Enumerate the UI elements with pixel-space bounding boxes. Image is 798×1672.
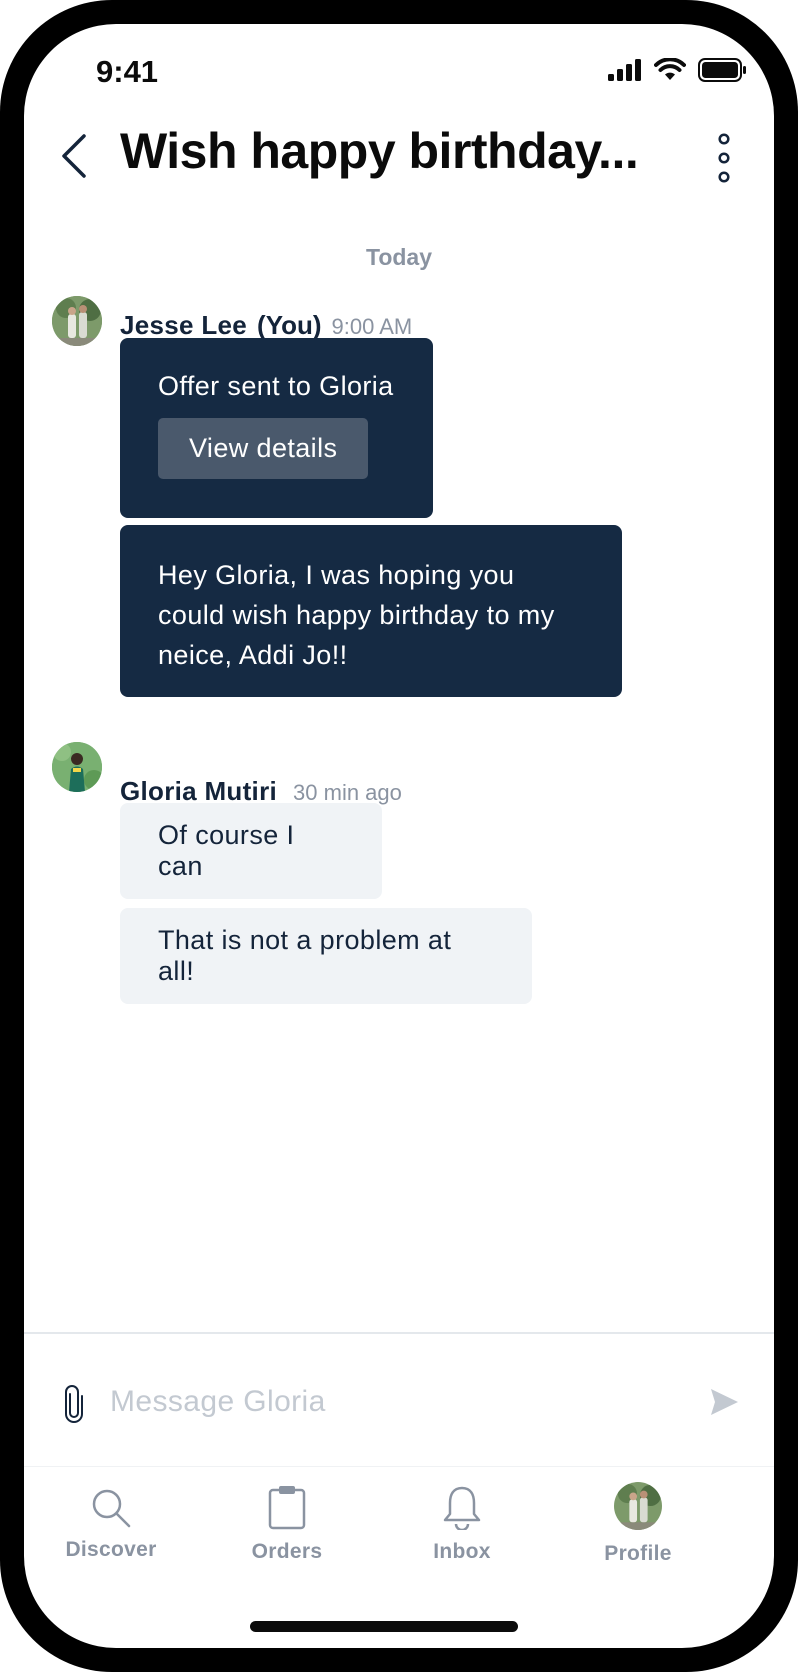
back-button[interactable] <box>58 124 98 188</box>
sender-name: Jesse Lee <box>120 310 248 340</box>
tab-orders[interactable]: Orders <box>217 1474 357 1574</box>
phone-frame: 9:41 Wish happy birthday... Today Jesse … <box>0 0 798 1672</box>
tab-discover[interactable]: Discover <box>41 1474 181 1574</box>
battery-icon <box>698 58 746 82</box>
tab-inbox[interactable]: Inbox <box>392 1474 532 1574</box>
chevron-left-icon <box>62 134 86 178</box>
page-title: Wish happy birthday... <box>120 123 639 179</box>
search-icon <box>92 1489 131 1528</box>
divider <box>24 1332 774 1334</box>
divider <box>24 1466 774 1467</box>
message-timestamp: 9:00 AM <box>331 314 413 339</box>
avatar <box>614 1482 662 1530</box>
date-separator: Today <box>365 244 433 270</box>
tab-label: Orders <box>251 1540 323 1563</box>
message-text: Hey Gloria, I was hoping you could wish … <box>158 560 555 670</box>
avatar-jesse[interactable] <box>52 296 102 346</box>
offer-card: Offer sent to Gloria View details <box>120 338 433 518</box>
message-text: Of course I can <box>158 820 295 881</box>
message-text: That is not a problem at all! <box>158 925 452 986</box>
status-icons <box>608 58 746 82</box>
tab-bar: Discover Orders Inbox Profile <box>24 1474 774 1574</box>
tab-label: Discover <box>65 1538 157 1561</box>
more-options-button[interactable] <box>704 128 744 188</box>
signal-icon <box>608 59 641 81</box>
tab-label: Inbox <box>433 1540 491 1563</box>
message-input[interactable] <box>110 1376 630 1428</box>
send-button[interactable] <box>708 1386 740 1418</box>
message-bubble[interactable]: Hey Gloria, I was hoping you could wish … <box>120 525 622 697</box>
sender-tag: (You) <box>257 310 322 340</box>
message-bubble[interactable]: Of course I can <box>120 803 382 899</box>
home-indicator[interactable] <box>250 1621 518 1632</box>
screen: 9:41 Wish happy birthday... Today Jesse … <box>24 24 774 1648</box>
paperclip-icon <box>65 1385 83 1423</box>
view-details-button[interactable]: View details <box>158 418 369 479</box>
bell-icon <box>443 1486 481 1530</box>
status-time: 9:41 <box>96 54 159 89</box>
clipboard-icon <box>268 1486 306 1530</box>
avatar-gloria[interactable] <box>52 742 102 792</box>
more-vertical-icon <box>718 133 730 183</box>
send-icon <box>711 1389 738 1415</box>
attach-button[interactable] <box>62 1384 86 1424</box>
tab-label: Profile <box>604 1542 672 1565</box>
sender-row: Jesse Lee (You) 9:00 AM <box>120 310 412 341</box>
tab-profile[interactable]: Profile <box>568 1474 708 1574</box>
offer-text: Offer sent to Gloria <box>158 371 394 401</box>
message-bubble[interactable]: That is not a problem at all! <box>120 908 532 1004</box>
wifi-icon <box>654 58 686 80</box>
